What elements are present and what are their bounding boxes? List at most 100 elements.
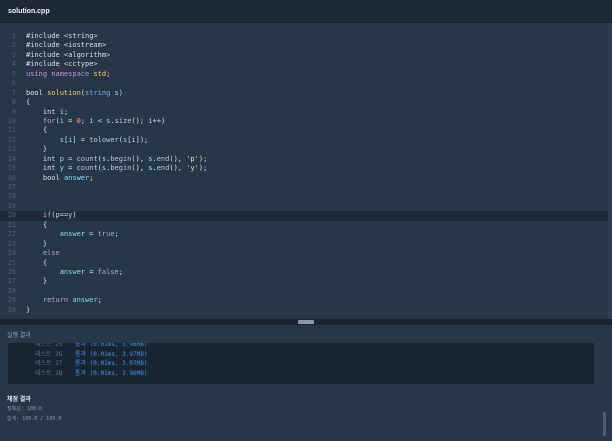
code-line[interactable]: 15 int y = count(s.begin(), s.end(), 'y'… [0,164,608,173]
line-number: 17 [7,183,16,191]
code-token: 'y' [186,164,199,173]
test-result: 통과 (0.01ms, 3.97MB) [75,350,148,358]
code-text: if(p==y) [26,211,77,220]
results-scrollbar[interactable] [603,412,606,436]
code-line[interactable]: 12 s[i] = tolower(s[i]); [0,136,608,145]
code-line[interactable]: 28 [0,287,608,296]
code-token: answer [72,296,98,305]
code-token: 'p' [186,154,199,163]
code-token: false [97,267,119,276]
code-text: for(i = 0; i < s.size(); i++) [26,117,165,126]
code-token: ; [114,230,119,239]
code-token: = [63,164,77,173]
test-results-list[interactable]: 테스트 25 통과 (0.01ms, 3.96MB) 테스트 26 통과 (0.01m… [8,343,594,384]
code-token: #include <iostream> [26,41,107,50]
code-token: { [26,220,48,229]
code-line[interactable]: 21 { [0,221,608,230]
code-line[interactable]: 27 } [0,277,608,286]
code-line[interactable]: 18 [0,192,608,201]
code-text: answer = false; [26,268,123,277]
code-line[interactable]: 8{ [0,98,608,107]
code-line[interactable]: 9 int i; [0,108,608,117]
code-token: int [26,107,60,116]
code-text: return answer; [26,296,102,305]
tab-solution-cpp[interactable]: solution.cpp [0,0,58,22]
drag-handle-icon[interactable] [298,320,314,324]
code-editor[interactable]: 1 #include <string> 2 #include <iostream> 3 #… [0,24,612,319]
line-number: 18 [7,192,16,201]
code-token: size [114,116,132,125]
code-token: ); [198,164,208,173]
code-text: { [26,259,47,268]
code-token: = [85,230,98,239]
code-text: else [26,249,60,258]
code-token: = [85,267,98,276]
code-token: } [26,239,48,248]
code-token: (); [131,116,149,125]
code-line[interactable]: 19 [0,202,608,211]
editor-scrollbar[interactable] [608,24,612,319]
code-line[interactable]: 1 #include <string> [0,32,608,41]
line-number: 26 [7,267,16,276]
code-line[interactable]: 10 for(i = 0; i < s.size(); i++) [0,117,608,126]
code-token: bool [26,88,48,97]
code-token: ]); [135,135,149,144]
test-name: 테스트 27 [35,360,63,368]
code-token: { [26,126,48,135]
code-line[interactable]: 22 answer = true; [0,230,608,239]
code-token: for [42,116,56,125]
code-text: bool answer; [26,174,94,183]
code-token: using namespace [26,69,94,78]
code-token: ; [80,116,90,125]
code-line[interactable]: 11 { [0,126,608,135]
code-text: { [26,98,30,107]
code-line[interactable]: 7 bool solution(string s) [0,89,608,98]
code-token: ] = [72,135,90,144]
code-token: string [85,88,115,97]
code-text: answer = true; [26,230,119,239]
code-line[interactable]: 23 } [0,240,608,249]
code-text: } [26,277,47,286]
code-token: { [26,98,31,107]
code-line[interactable]: 4 #include <cctype> [0,60,608,69]
line-number: 24 [7,249,16,258]
code-token: = [63,116,77,125]
code-token: ; [118,267,123,276]
code-text: #include <string> [26,32,98,41]
code-line[interactable]: 13 } [0,145,608,154]
code-line[interactable]: 17 [0,183,608,192]
code-token: ) [118,88,123,97]
code-line[interactable]: 29 return answer; [0,296,608,305]
line-number: 11 [7,126,16,135]
code-token: { [26,258,48,267]
test-result-row: 테스트 28 통과 (0.01ms, 3.96MB) [8,369,594,379]
code-token: ; [106,69,111,78]
code-token: end [156,154,170,163]
code-line[interactable]: 5 using namespace std; [0,70,608,79]
code-line[interactable]: 24 else [0,249,608,258]
line-number: 16 [7,173,16,182]
code-line[interactable]: 14 int p = count(s.begin(), s.end(), 'p'… [0,155,608,164]
code-token: answer [59,230,86,239]
code-line[interactable]: 26 answer = false; [0,268,608,277]
line-number: 21 [7,220,16,229]
code-line[interactable]: 16 bool answer; [0,174,608,183]
code-token: else [42,249,60,258]
code-text: } [26,306,30,315]
code-token: (), [169,154,187,163]
code-line[interactable]: 20 if(p==y) [0,211,608,221]
code-text: int i; [26,108,68,117]
code-line[interactable]: 30} [0,306,608,315]
code-text: { [26,126,47,135]
code-line[interactable]: 6 [0,79,608,88]
test-result: 통과 (0.01ms, 3.97MB) [75,360,148,368]
score-title: 채점 결과 [7,397,31,403]
code-line[interactable]: 3 #include <algorithm> [0,51,608,60]
line-number: 19 [7,201,16,210]
tab-bar: solution.cpp [0,0,612,23]
code-line[interactable]: 2 #include <iostream> [0,41,608,50]
code-line[interactable]: 25 { [0,259,608,268]
